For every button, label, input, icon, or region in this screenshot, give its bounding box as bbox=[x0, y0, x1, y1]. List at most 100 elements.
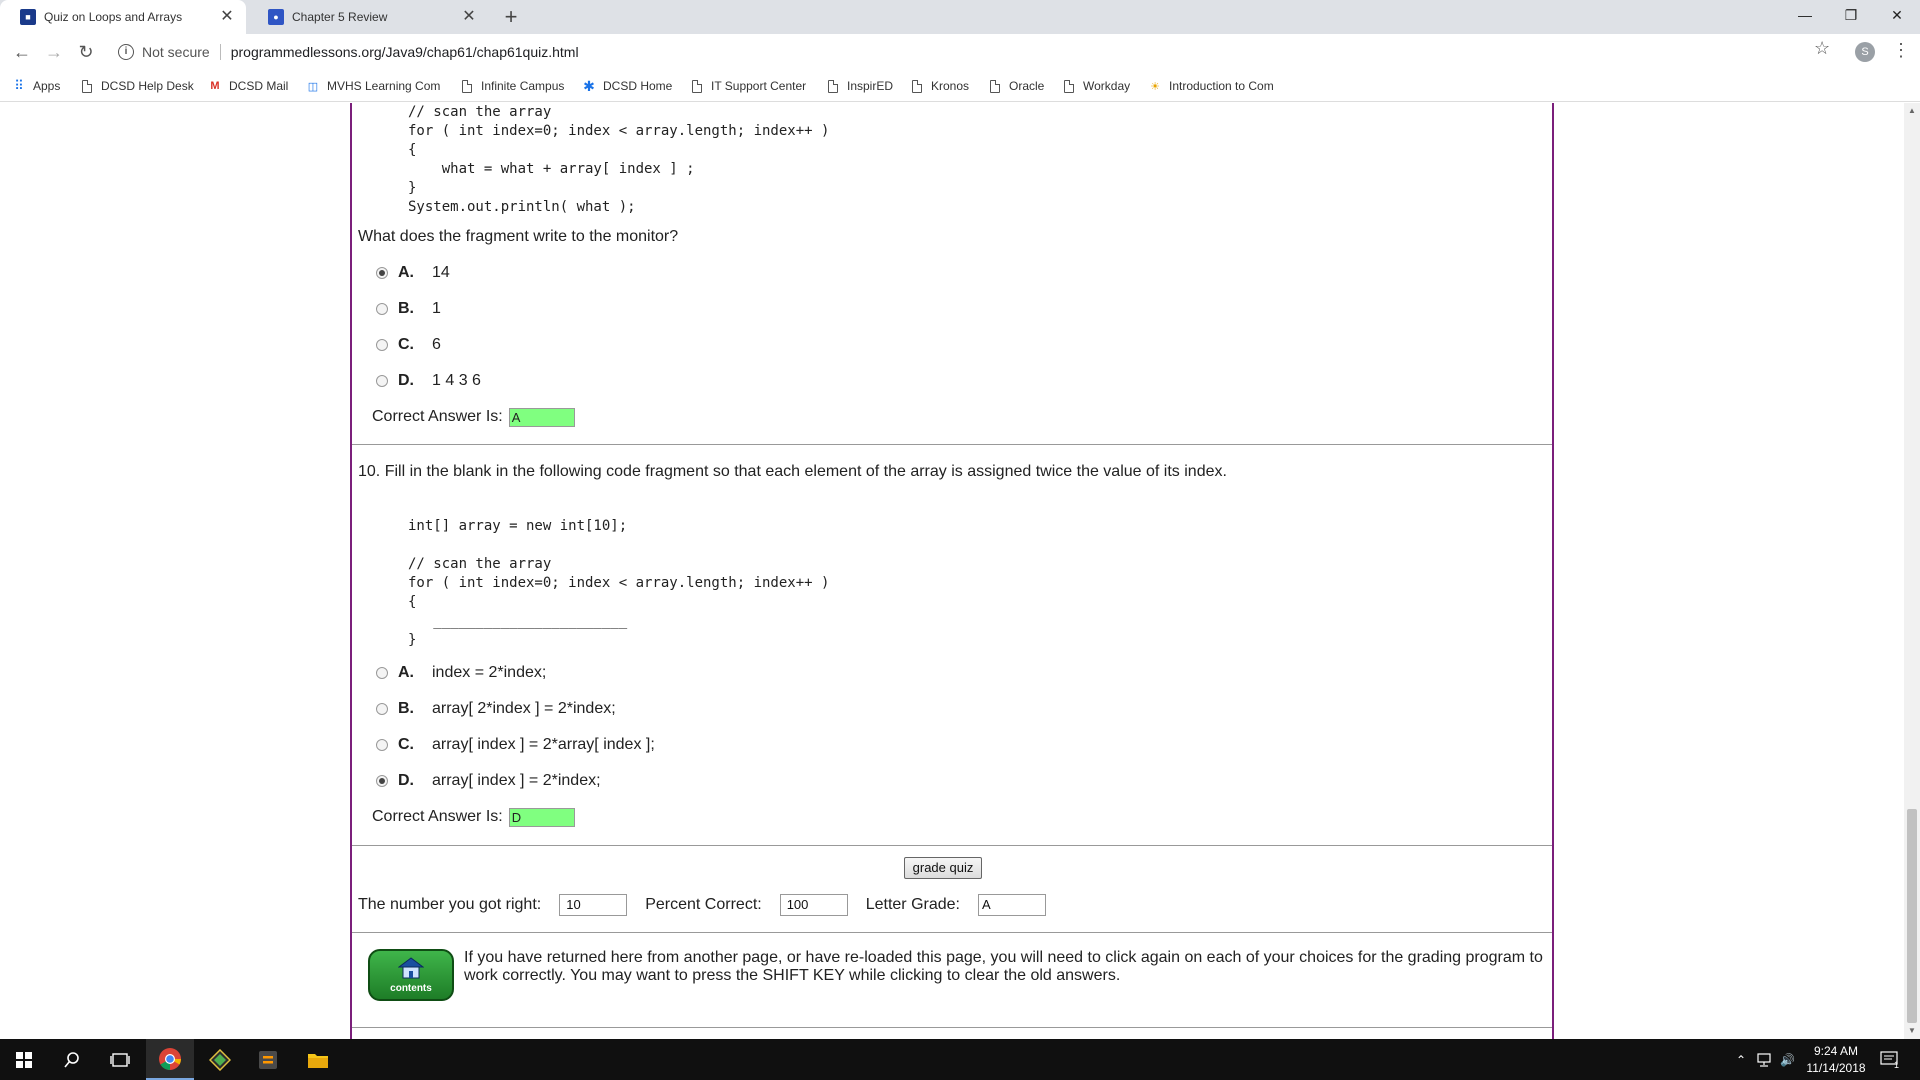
percent-correct-field[interactable]: 100 bbox=[779, 894, 848, 916]
q9-code: // scan the array for ( int index=0; ind… bbox=[408, 104, 830, 215]
bookmarks-bar: ⠿ Apps DCSD Help Desk M DCSD Mail ◫ MVHS… bbox=[0, 70, 1920, 102]
tab-chapter5[interactable]: ● Chapter 5 Review ✕ bbox=[248, 0, 488, 34]
bookmark-dcsd-mail[interactable]: M DCSD Mail bbox=[208, 76, 288, 96]
scroll-up-icon[interactable]: ▲ bbox=[1904, 103, 1920, 119]
radio-button[interactable] bbox=[376, 739, 388, 751]
close-window-icon[interactable]: ✕ bbox=[1874, 0, 1920, 30]
grade-label: Letter Grade: bbox=[865, 896, 960, 913]
bookmark-dcsd-home[interactable]: ✱ DCSD Home bbox=[582, 76, 672, 96]
tray-chevron-icon[interactable]: ⌃ bbox=[1736, 1039, 1746, 1080]
minimize-icon[interactable]: — bbox=[1782, 0, 1828, 30]
taskbar: ⌃ 🔊 9:24 AM 11/14/2018 1 bbox=[0, 1039, 1920, 1080]
option-letter: B. bbox=[398, 700, 414, 717]
scrollbar-thumb[interactable] bbox=[1907, 809, 1917, 1023]
percent-label: Percent Correct: bbox=[645, 896, 762, 913]
back-icon[interactable]: ← bbox=[8, 38, 36, 66]
restore-icon[interactable]: ❐ bbox=[1828, 0, 1874, 30]
file-explorer-icon[interactable] bbox=[294, 1039, 342, 1080]
radio-button[interactable] bbox=[376, 775, 388, 787]
grade-quiz-button[interactable]: grade quiz bbox=[904, 857, 982, 879]
url-text[interactable]: programmedlessons.org/Java9/chap61/chap6… bbox=[231, 44, 579, 60]
radio-button[interactable] bbox=[376, 267, 388, 279]
option-text: 1 4 3 6 bbox=[432, 372, 481, 389]
letter-grade-field[interactable]: A bbox=[977, 894, 1046, 916]
board-icon: ◫ bbox=[307, 80, 319, 93]
option-letter: B. bbox=[398, 300, 414, 317]
q10-option-a[interactable]: A. index = 2*index; bbox=[376, 662, 546, 684]
page-viewport: // scan the array for ( int index=0; ind… bbox=[0, 103, 1920, 1039]
bookmark-dcsd-help-desk[interactable]: DCSD Help Desk bbox=[80, 76, 194, 96]
task-view-icon[interactable] bbox=[96, 1039, 144, 1080]
bookmark-label: IT Support Center bbox=[711, 79, 807, 93]
person-favicon-icon: ● bbox=[268, 9, 284, 25]
page-icon bbox=[1062, 79, 1076, 93]
bookmark-oracle[interactable]: Oracle bbox=[988, 76, 1044, 96]
bookmark-kronos[interactable]: Kronos bbox=[910, 76, 969, 96]
radio-button[interactable] bbox=[376, 339, 388, 351]
scroll-down-icon[interactable]: ▼ bbox=[1904, 1023, 1920, 1039]
page-icon bbox=[460, 79, 474, 93]
profile-avatar[interactable]: S bbox=[1855, 42, 1875, 62]
q9-option-b[interactable]: B. 1 bbox=[376, 298, 441, 320]
system-clock[interactable]: 9:24 AM 11/14/2018 bbox=[1790, 1043, 1882, 1077]
option-text: index = 2*index; bbox=[432, 664, 547, 681]
forward-icon[interactable]: → bbox=[40, 38, 68, 66]
radio-button[interactable] bbox=[376, 303, 388, 315]
q9-answer-field[interactable]: A bbox=[508, 407, 575, 427]
reload-icon[interactable]: ↻ bbox=[72, 38, 100, 66]
network-icon[interactable] bbox=[1756, 1039, 1772, 1080]
contents-button[interactable]: contents bbox=[368, 949, 454, 1001]
radio-button[interactable] bbox=[376, 375, 388, 387]
q9-option-c[interactable]: C. 6 bbox=[376, 334, 441, 356]
page-icon bbox=[988, 79, 1002, 93]
bookmark-workday[interactable]: Workday bbox=[1062, 76, 1130, 96]
sublime-icon[interactable] bbox=[244, 1039, 292, 1080]
tab-quiz[interactable]: ■ Quiz on Loops and Arrays ✕ bbox=[0, 0, 246, 34]
bookmark-apps[interactable]: ⠿ Apps bbox=[12, 76, 60, 96]
menu-dots-icon[interactable]: ⋮ bbox=[1892, 40, 1910, 61]
bookmark-mvhs[interactable]: ◫ MVHS Learning Com bbox=[306, 76, 444, 96]
windows-start-icon[interactable] bbox=[0, 1039, 48, 1080]
notification-count: 1 bbox=[1894, 1059, 1900, 1070]
q9-option-a[interactable]: A. 14 bbox=[376, 262, 450, 284]
app-diamond-icon[interactable] bbox=[196, 1039, 244, 1080]
close-tab-icon[interactable]: ✕ bbox=[460, 8, 478, 26]
radio-button[interactable] bbox=[376, 703, 388, 715]
bookmark-label: Oracle bbox=[1009, 79, 1045, 93]
address-bar[interactable]: i Not secure programmedlessons.org/Java9… bbox=[112, 38, 1824, 66]
page-icon bbox=[690, 79, 704, 93]
q9-option-d[interactable]: D. 1 4 3 6 bbox=[376, 370, 481, 392]
q10-option-c[interactable]: C. array[ index ] = 2*array[ index ]; bbox=[376, 734, 655, 756]
divider bbox=[352, 1027, 1552, 1028]
option-text: 1 bbox=[432, 300, 441, 317]
bookmark-intro-com[interactable]: ☀ Introduction to Com bbox=[1148, 76, 1286, 96]
page-icon bbox=[826, 79, 840, 93]
number-right-field[interactable]: 10 bbox=[559, 894, 628, 916]
tab-label: Quiz on Loops and Arrays bbox=[44, 10, 183, 24]
close-tab-icon[interactable]: ✕ bbox=[218, 8, 236, 26]
answer-label: Correct Answer Is: bbox=[372, 408, 503, 425]
info-icon[interactable]: i bbox=[118, 44, 134, 60]
q10-code: int[] array = new int[10]; // scan the a… bbox=[408, 518, 830, 648]
new-tab-icon[interactable]: + bbox=[498, 4, 524, 30]
q10-answer-field[interactable]: D bbox=[508, 807, 575, 827]
bookmark-infinite-campus[interactable]: Infinite Campus bbox=[460, 76, 564, 96]
search-icon[interactable] bbox=[48, 1039, 96, 1080]
chrome-icon[interactable] bbox=[146, 1039, 194, 1080]
option-letter: D. bbox=[398, 772, 414, 789]
bookmark-label: InspirED bbox=[847, 79, 894, 93]
bookmark-it-support[interactable]: IT Support Center bbox=[690, 76, 806, 96]
q10-option-b[interactable]: B. array[ 2*index ] = 2*index; bbox=[376, 698, 616, 720]
answer-label: Correct Answer Is: bbox=[372, 808, 503, 825]
tab-strip: ■ Quiz on Loops and Arrays ✕ ● Chapter 5… bbox=[0, 0, 1920, 34]
bookmark-label: Infinite Campus bbox=[481, 79, 565, 93]
bookmark-label: MVHS Learning Com bbox=[327, 79, 441, 93]
notification-icon[interactable]: 1 bbox=[1880, 1039, 1899, 1080]
scrollbar[interactable]: ▲ ▼ bbox=[1904, 103, 1920, 1039]
radio-button[interactable] bbox=[376, 667, 388, 679]
bookmark-inspired[interactable]: InspirED bbox=[826, 76, 893, 96]
option-letter: C. bbox=[398, 736, 414, 753]
q10-option-d[interactable]: D. array[ index ] = 2*index; bbox=[376, 770, 601, 792]
bookmark-star-icon[interactable]: ☆ bbox=[1814, 38, 1830, 59]
quiz-favicon-icon: ■ bbox=[20, 9, 36, 25]
